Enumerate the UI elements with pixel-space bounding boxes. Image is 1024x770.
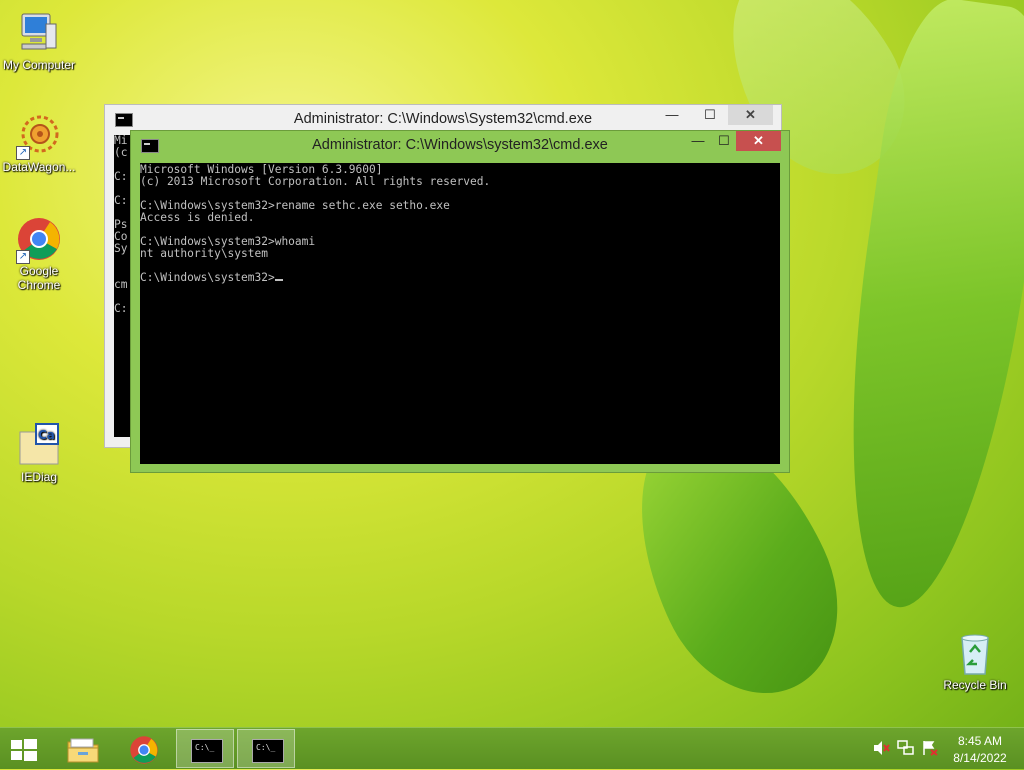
taskbar-cmd-2[interactable]: C:\_	[237, 729, 295, 768]
desktop-icon-my-computer[interactable]: My Computer	[0, 10, 78, 72]
speaker-muted-icon[interactable]	[872, 740, 890, 756]
cmd-icon-text: C:\_	[256, 743, 276, 752]
taskbar-cmd-1[interactable]: C:\_	[176, 729, 234, 768]
maximize-button[interactable]: ☐	[711, 131, 737, 151]
desktop-icon-iediag[interactable]: Ca IEDiag	[0, 422, 78, 484]
maximize-button[interactable]: ☐	[697, 105, 723, 125]
file-explorer-icon	[66, 736, 100, 769]
svg-text:Ca: Ca	[38, 428, 55, 442]
title-bar[interactable]: Administrator: C:\Windows\system32\cmd.e…	[131, 131, 789, 159]
cmd-icon-text: C:\_	[195, 743, 215, 752]
computer-icon	[16, 10, 62, 56]
desktop-icon-label: Recycle Bin	[943, 678, 1007, 692]
taskbar-chrome[interactable]	[115, 729, 173, 768]
clock-time: 8:45 AM	[957, 734, 1003, 748]
action-center-icon[interactable]	[921, 740, 939, 756]
shortcut-arrow-icon: ↗	[16, 146, 30, 160]
cmd-icon: C:\_	[191, 739, 223, 763]
title-bar[interactable]: Administrator: C:\Windows\System32\cmd.e…	[105, 105, 781, 133]
console-output[interactable]: Microsoft Windows [Version 6.3.9600] (c)…	[140, 163, 780, 464]
clock-date: 8/14/2022	[953, 751, 1007, 765]
close-button[interactable]: ✕	[736, 131, 781, 151]
network-icon[interactable]	[897, 740, 915, 756]
desktop-icon-google-chrome[interactable]: ↗ Google Chrome	[0, 216, 78, 292]
desktop-icon-recycle-bin[interactable]: Recycle Bin	[936, 630, 1014, 692]
start-button[interactable]	[0, 729, 48, 768]
taskbar-file-explorer[interactable]	[54, 729, 112, 768]
cmd-window-active[interactable]: Administrator: C:\Windows\system32\cmd.e…	[130, 130, 790, 473]
windows-logo-icon	[11, 739, 37, 761]
recycle-bin-icon	[952, 630, 998, 676]
desktop-icon-label: Google Chrome	[17, 264, 61, 292]
desktop-icon-label: IEDiag	[20, 470, 58, 484]
chrome-icon: ↗	[16, 216, 62, 264]
cmd-icon: C:\_	[252, 739, 284, 763]
minimize-button[interactable]: —	[685, 131, 711, 151]
iediag-icon: Ca	[16, 422, 62, 468]
minimize-button[interactable]: —	[659, 105, 685, 125]
desktop-icon-datawagon[interactable]: ↗ DataWagon...	[0, 112, 78, 174]
taskbar-clock[interactable]: 8:45 AM 8/14/2022	[948, 733, 1012, 767]
close-button[interactable]: ✕	[728, 105, 773, 125]
text-cursor	[274, 279, 283, 281]
shortcut-arrow-icon: ↗	[16, 250, 30, 264]
console-text: Microsoft Windows [Version 6.3.9600] (c)…	[140, 163, 491, 284]
chrome-icon	[129, 735, 159, 770]
desktop-icon-label: DataWagon...	[2, 160, 76, 174]
datawagon-icon: ↗	[16, 112, 62, 160]
desktop-icon-label: My Computer	[2, 58, 76, 72]
taskbar: C:\_ C:\_	[0, 727, 1024, 769]
